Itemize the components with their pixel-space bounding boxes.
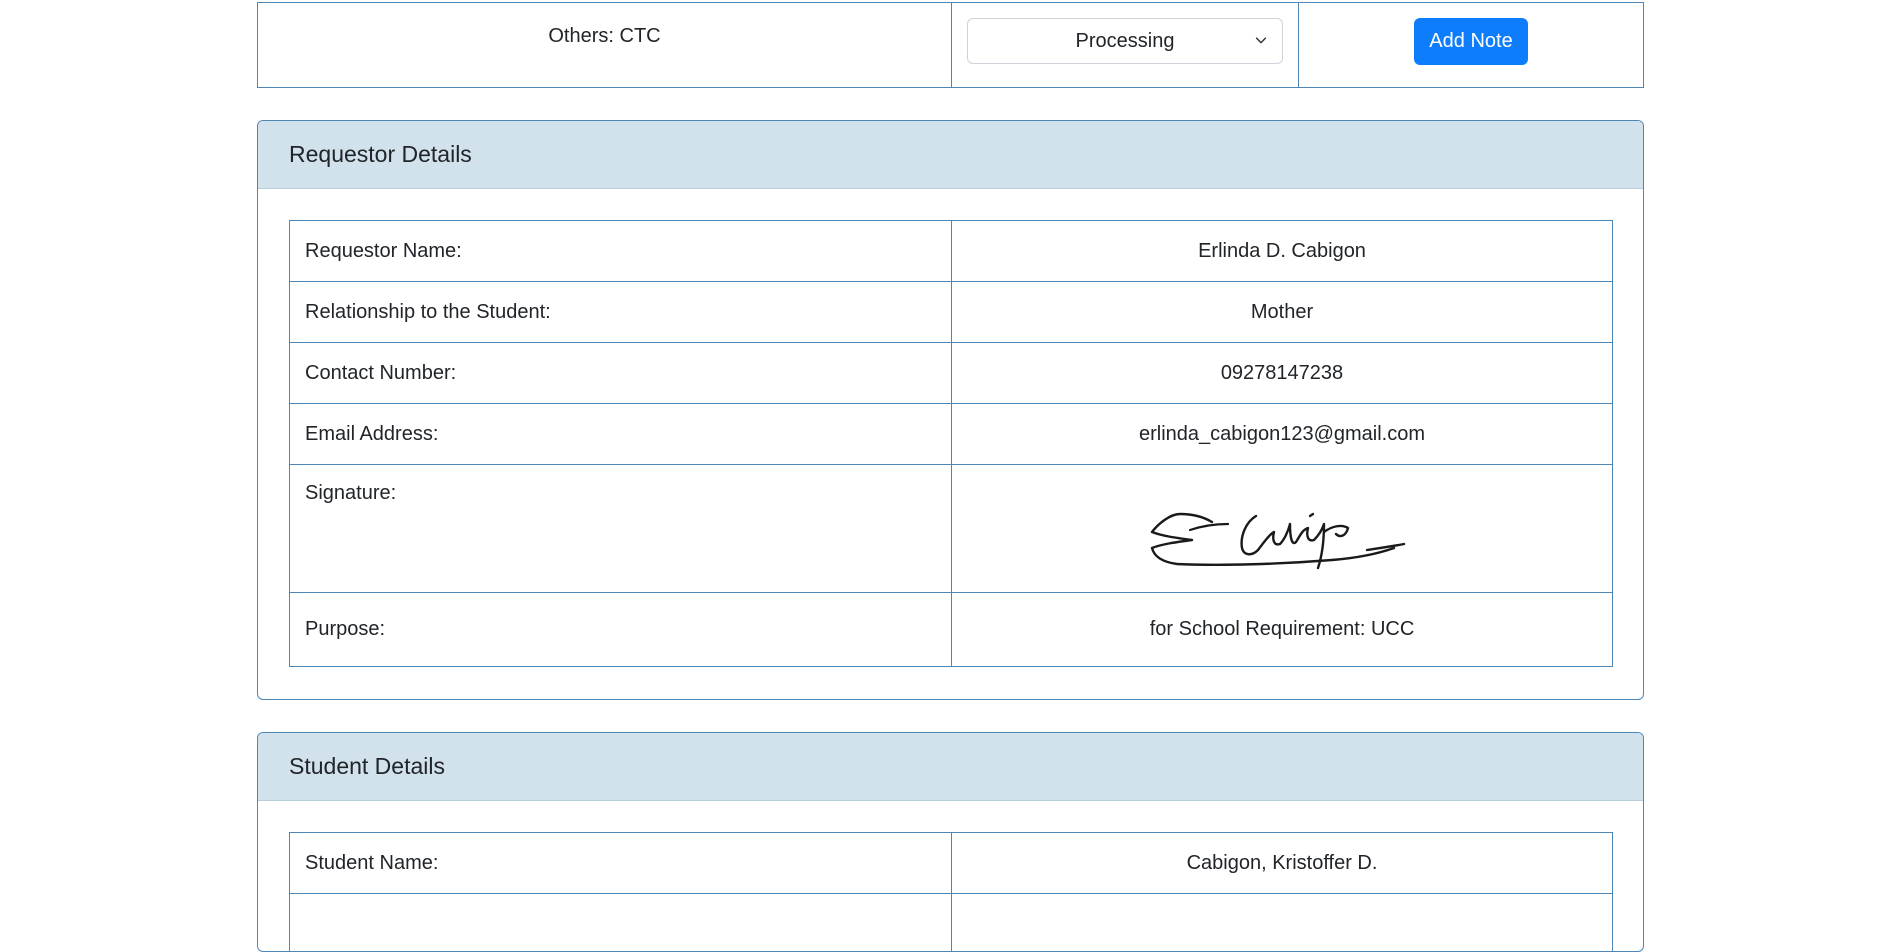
table-row: Relationship to the Student: Mother: [290, 282, 1613, 343]
relationship-label: Relationship to the Student:: [290, 282, 952, 343]
status-cell: Processing: [952, 3, 1299, 87]
student-name-value: Cabigon, Kristoffer D.: [952, 833, 1613, 894]
student-details-table: Student Name: Cabigon, Kristoffer D.: [289, 832, 1613, 952]
student-details-header: Student Details: [258, 733, 1643, 801]
table-row: [290, 894, 1613, 952]
table-row: Purpose: for School Requirement: UCC: [290, 593, 1613, 667]
signature-cell: [952, 465, 1613, 593]
action-cell: Add Note: [1299, 3, 1643, 87]
requestor-details-table: Requestor Name: Erlinda D. Cabigon Relat…: [289, 220, 1613, 667]
status-select[interactable]: Processing: [967, 18, 1283, 64]
email-address-value: erlinda_cabigon123@gmail.com: [952, 404, 1613, 465]
student-detail-value: [952, 894, 1613, 952]
student-detail-label: [290, 894, 952, 952]
contact-number-label: Contact Number:: [290, 343, 952, 404]
signature-image: [1132, 484, 1432, 574]
requestor-name-value: Erlinda D. Cabigon: [952, 221, 1613, 282]
page-content: Others: CTC Processing Add Note Requesto…: [257, 0, 1644, 952]
status-select-value: Processing: [1076, 30, 1175, 53]
table-row: Student Name: Cabigon, Kristoffer D.: [290, 833, 1613, 894]
table-row: Email Address: erlinda_cabigon123@gmail.…: [290, 404, 1613, 465]
request-row: Others: CTC Processing Add Note: [257, 2, 1644, 88]
purpose-label: Purpose:: [290, 593, 952, 667]
requestor-details-header: Requestor Details: [258, 121, 1643, 189]
table-row: Contact Number: 09278147238: [290, 343, 1613, 404]
table-row: Signature:: [290, 465, 1613, 593]
signature-label: Signature:: [290, 465, 952, 593]
add-note-button[interactable]: Add Note: [1414, 18, 1527, 65]
student-details-card: Student Details Student Name: Cabigon, K…: [257, 732, 1644, 952]
student-name-label: Student Name:: [290, 833, 952, 894]
contact-number-value: 09278147238: [952, 343, 1613, 404]
student-details-body: Student Name: Cabigon, Kristoffer D.: [258, 801, 1643, 952]
relationship-value: Mother: [952, 282, 1613, 343]
chevron-down-icon: [1254, 33, 1268, 47]
purpose-value: for School Requirement: UCC: [952, 593, 1613, 667]
requestor-details-body: Requestor Name: Erlinda D. Cabigon Relat…: [258, 189, 1643, 667]
email-address-label: Email Address:: [290, 404, 952, 465]
requestor-details-card: Requestor Details Requestor Name: Erlind…: [257, 120, 1644, 700]
table-row: Requestor Name: Erlinda D. Cabigon: [290, 221, 1613, 282]
requested-document: Others: CTC: [258, 3, 952, 87]
requestor-name-label: Requestor Name:: [290, 221, 952, 282]
